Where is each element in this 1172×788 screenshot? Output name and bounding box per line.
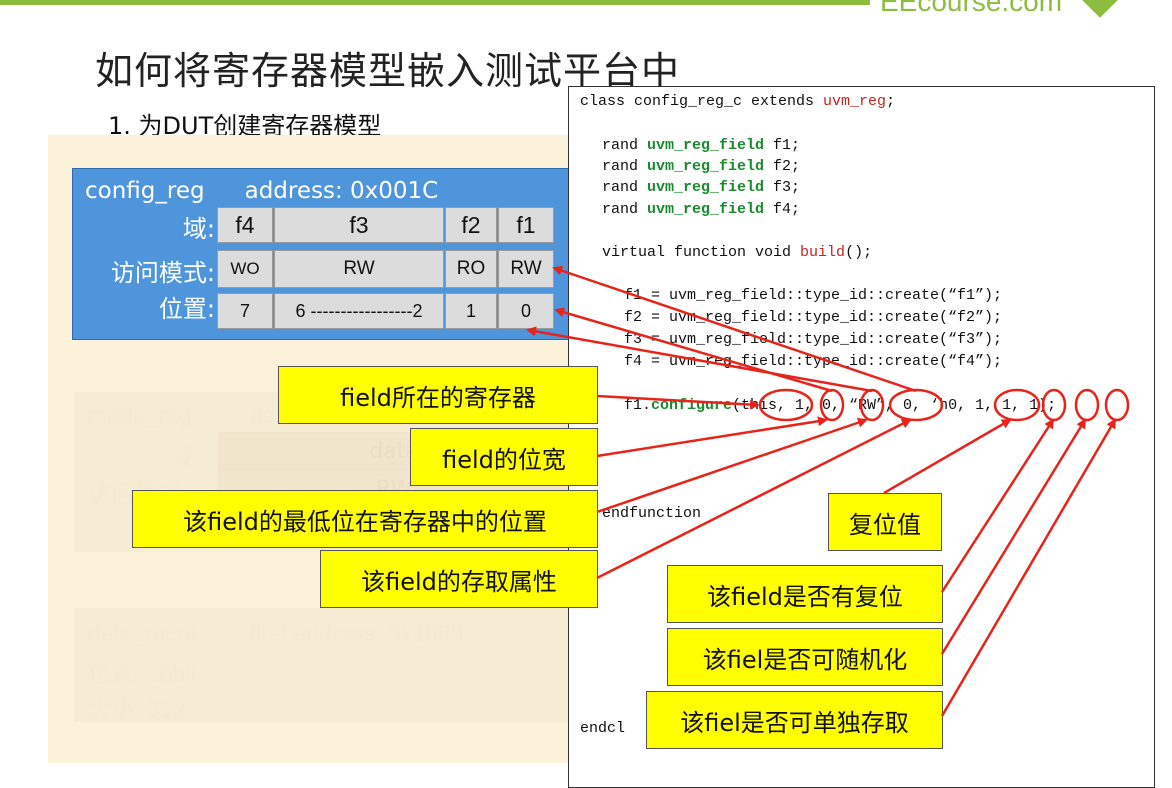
code-configure-line: f1.configure(this, 1, 0, “RW”, 0, ‘h0, 1… [624, 397, 1057, 414]
mode-reg-field-label: 域: [170, 444, 200, 470]
data-mem-name: data_mem [88, 620, 197, 646]
code-create-f4: f4 = uvm_reg_field::type_id::create(“f4”… [624, 353, 1003, 370]
brand-diamond-icon [1080, 0, 1120, 18]
config-reg-name: config_reg [85, 178, 205, 204]
config-reg-box: config_reg address: 0x001C 域: 访问模式: 位置: f… [72, 168, 574, 340]
position-cell-f1: 0 [498, 293, 554, 329]
callout-field-width: field的位宽 [410, 428, 598, 486]
field-cell-f2: f2 [445, 207, 497, 243]
code-class-line: class config_reg_c extends uvm_reg; [580, 93, 896, 110]
callout-lsb-position: 该field的最低位在寄存器中的位置 [132, 490, 598, 548]
callout-is-rand: 该fiel是否可随机化 [667, 628, 943, 686]
access-cell-f1: RW [498, 250, 554, 288]
mode-reg-address: ad [250, 402, 276, 428]
fields-row-label: 域: [182, 215, 215, 243]
code-rand-f2: rand uvm_reg_field f2; [602, 158, 801, 175]
field-cell-f1: f1 [498, 207, 554, 243]
position-cell-f4: 7 [217, 293, 273, 329]
code-create-f2: f2 = uvm_reg_field::type_id::create(“f2”… [624, 309, 1003, 326]
mode-reg-name: mode_reg [88, 402, 192, 428]
code-rand-f4: rand uvm_reg_field f4; [602, 201, 801, 218]
callout-individually-accessible: 该fiel是否可单独存取 [646, 691, 943, 749]
code-endclass: endcl [580, 720, 626, 737]
data-mem-size: 大小: 512 [88, 696, 186, 722]
config-reg-header: config_reg address: 0x001C [85, 178, 438, 204]
access-cell-f4: WO [217, 250, 273, 288]
callout-access-policy: 该field的存取属性 [320, 550, 598, 608]
position-cell-f2: 1 [445, 293, 497, 329]
config-reg-address: address: 0x001C [244, 178, 439, 204]
callout-parent-register: field所在的寄存器 [278, 366, 598, 424]
code-endfunction: endfunction [602, 505, 702, 522]
data-mem-address: first address: 0x1000 [250, 620, 464, 646]
field-cell-f4: f4 [217, 207, 273, 243]
access-row-label: 访问模式: [110, 259, 215, 287]
callout-has-reset: 该field是否有复位 [667, 565, 943, 623]
brand-logo: EEcourse.com [880, 0, 1063, 17]
code-create-f3: f3 = uvm_reg_field::type_id::create(“f3”… [624, 331, 1003, 348]
callout-reset-value: 复位值 [828, 493, 942, 551]
code-build-line: virtual function void build(); [602, 244, 873, 261]
top-accent-bar [0, 0, 870, 5]
data-mem-width: 位宽: 16bit [88, 661, 197, 687]
code-rand-f1: rand uvm_reg_field f1; [602, 137, 801, 154]
code-rand-f3: rand uvm_reg_field f3; [602, 179, 801, 196]
field-cell-f3: f3 [274, 207, 444, 243]
access-cell-f2: RO [445, 250, 497, 288]
position-cell-f3: 6 -----------------2 [274, 293, 444, 329]
access-cell-f3: RW [274, 250, 444, 288]
position-row-label: 位置: [158, 295, 215, 323]
code-create-f1: f1 = uvm_reg_field::type_id::create(“f1”… [624, 287, 1003, 304]
